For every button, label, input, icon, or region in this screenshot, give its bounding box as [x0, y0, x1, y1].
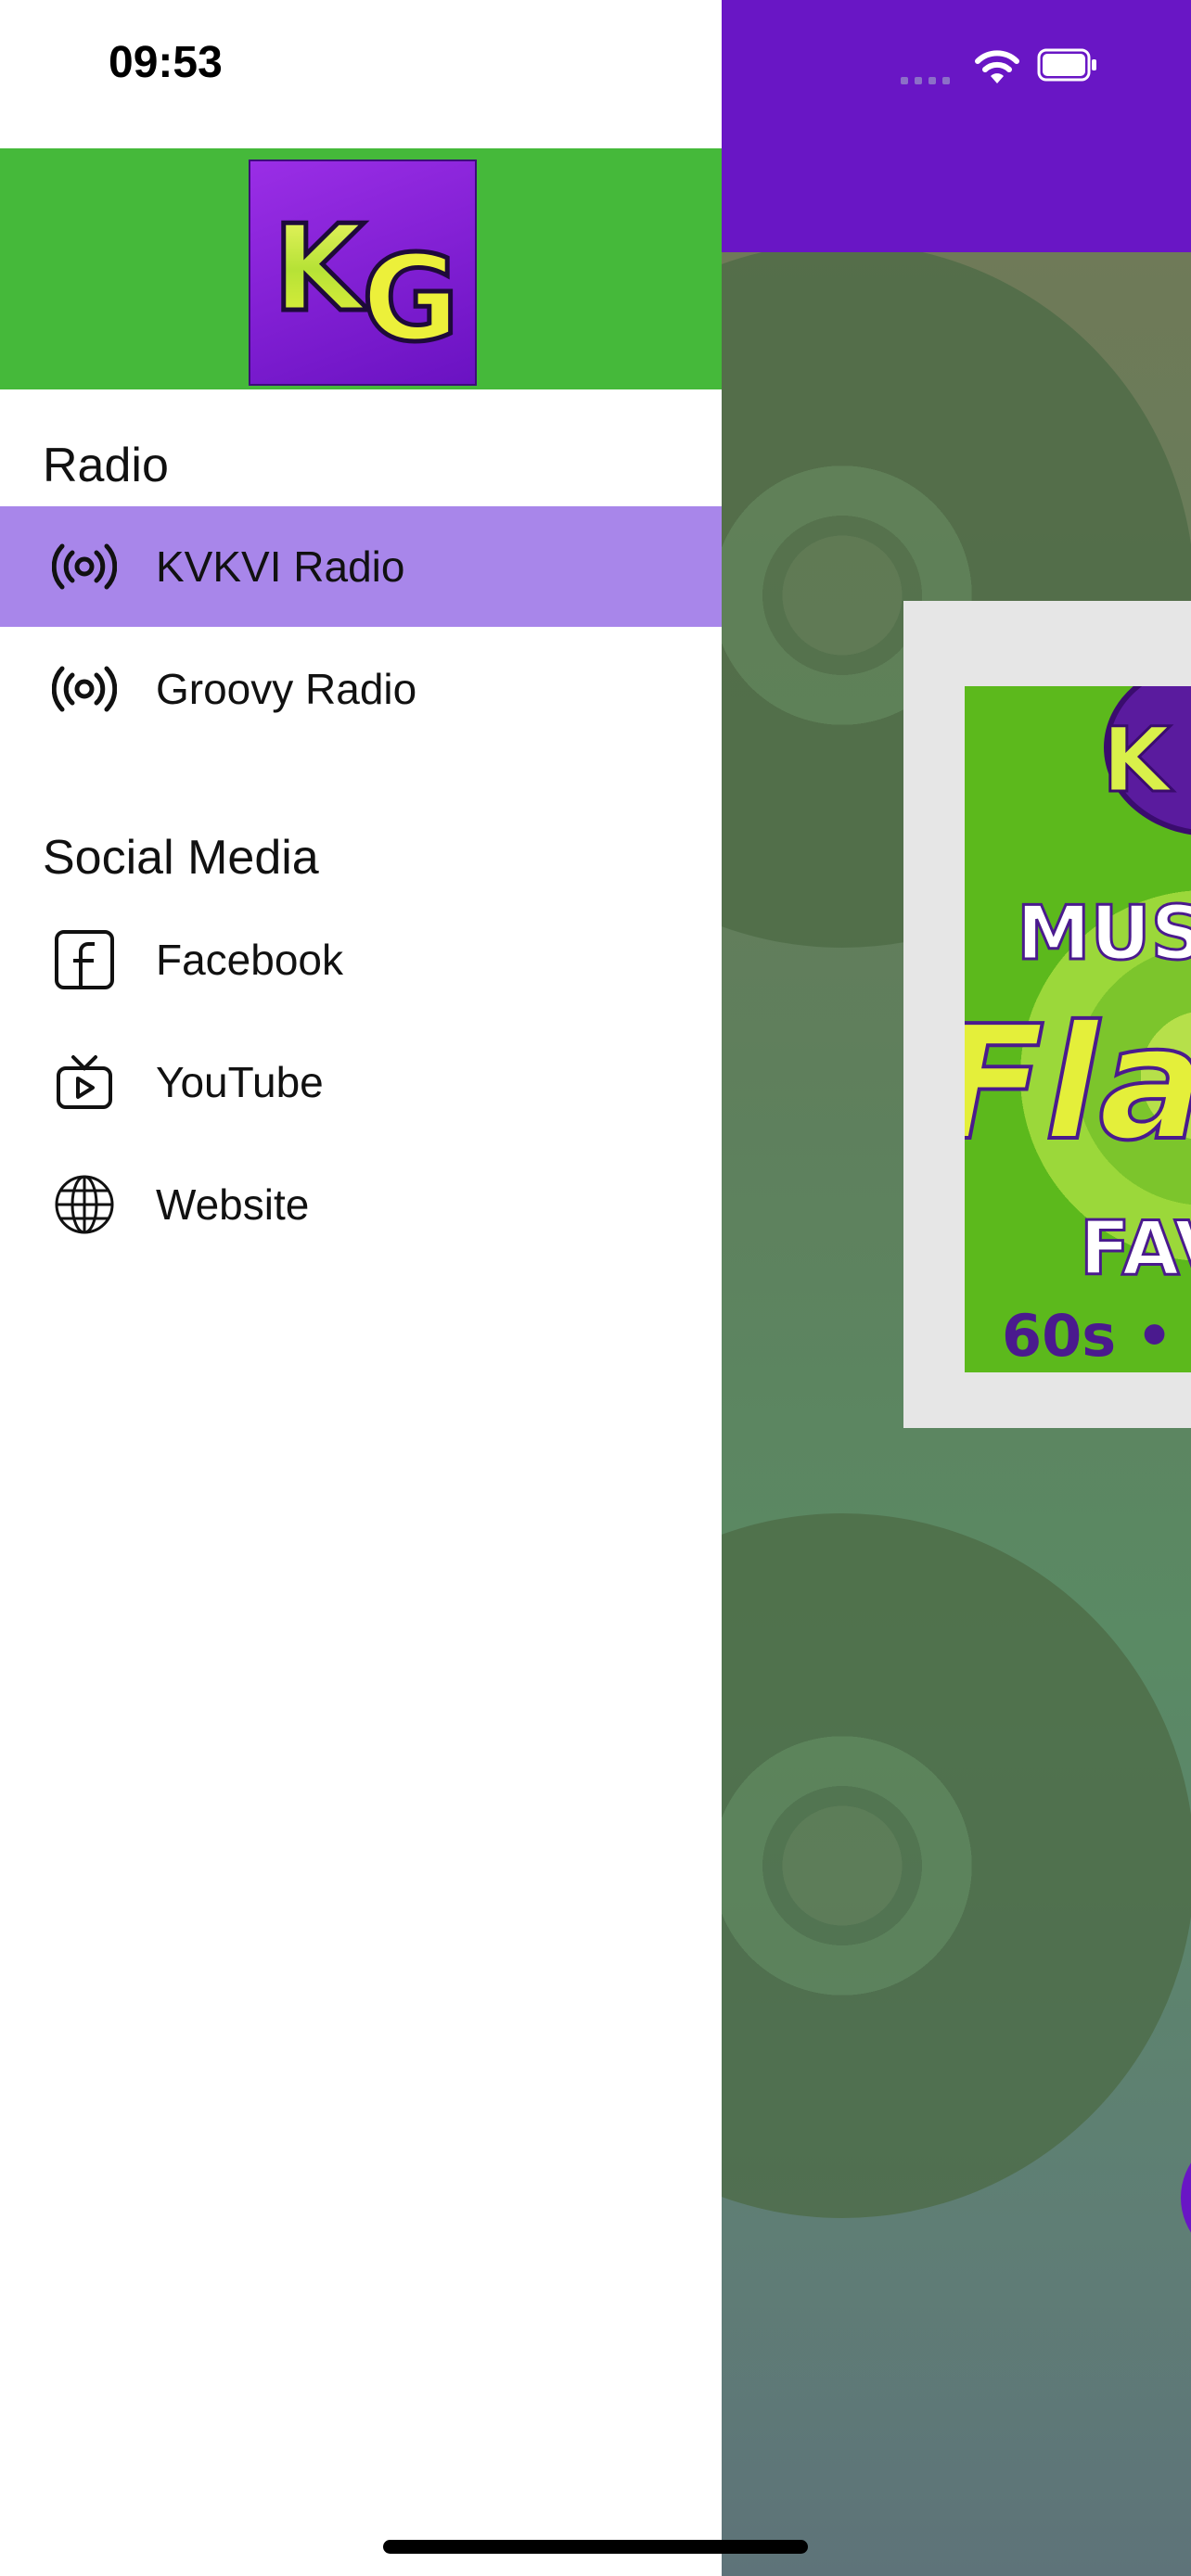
album-art-image: K MUS Flas FAV 60s • 7	[965, 686, 1191, 1372]
app-logo: K G	[249, 159, 477, 386]
wifi-icon	[974, 48, 1020, 85]
album-art-line-1: K	[1100, 708, 1172, 814]
vinyl-record-decoration	[722, 1513, 1191, 2218]
drawer-item-groovy-radio[interactable]: Groovy Radio	[0, 629, 722, 749]
section-heading-social-media: Social Media	[43, 831, 319, 885]
drawer-item-website[interactable]: Website	[0, 1144, 722, 1265]
svg-text:K: K	[273, 200, 369, 338]
status-time: 09:53	[109, 38, 223, 87]
navigation-drawer: 09:53 K G Radio KVKVI Radio Groovy Radio…	[0, 0, 722, 2576]
album-art-card: K MUS Flas FAV 60s • 7	[903, 601, 1191, 1428]
youtube-tv-icon	[43, 1040, 126, 1124]
facebook-icon	[43, 918, 126, 1001]
drawer-item-label: Groovy Radio	[156, 665, 417, 713]
drawer-item-youtube[interactable]: YouTube	[0, 1022, 722, 1142]
drawer-item-kvkvi-radio[interactable]: KVKVI Radio	[0, 506, 722, 627]
album-art-line-3: Flas	[965, 990, 1191, 1178]
section-heading-radio: Radio	[43, 439, 169, 492]
app-screen: K MUS Flas FAV 60s • 7	[722, 0, 1191, 2576]
album-art-line-5: 60s • 7	[1002, 1302, 1191, 1370]
drawer-item-label: Website	[156, 1180, 310, 1229]
drawer-item-facebook[interactable]: Facebook	[0, 899, 722, 1020]
radio-broadcast-icon	[43, 525, 126, 608]
radio-broadcast-icon	[43, 647, 126, 731]
drawer-item-label: YouTube	[156, 1058, 324, 1106]
battery-icon	[1037, 48, 1098, 82]
album-art-line-4: FAV	[1079, 1205, 1191, 1294]
drawer-item-label: KVKVI Radio	[156, 542, 405, 591]
home-indicator[interactable]	[383, 2540, 808, 2554]
drawer-item-label: Facebook	[156, 936, 344, 984]
cellular-signal-icon	[901, 72, 954, 84]
globe-icon	[43, 1163, 126, 1246]
app-bar	[722, 0, 1191, 212]
album-art-line-2: MUS	[1015, 889, 1191, 978]
drawer-header: K G	[0, 148, 722, 389]
svg-text:G: G	[362, 230, 459, 368]
